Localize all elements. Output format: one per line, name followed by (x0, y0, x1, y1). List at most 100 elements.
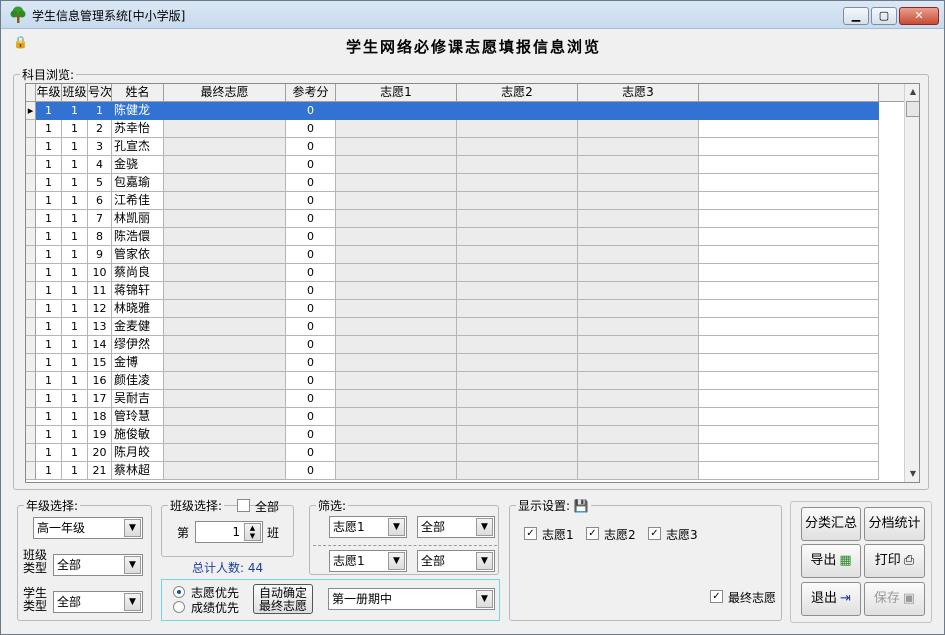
grade-select[interactable]: 高一年级 ▼ (33, 517, 143, 539)
chevron-down-icon[interactable]: ▼ (388, 552, 405, 570)
table-row[interactable]: ▸ 1 1 1 陈健龙 0 (26, 102, 904, 120)
auto-final-wish-button[interactable]: 自动确定 最终志愿 (253, 584, 313, 614)
priority-score-radio[interactable] (173, 601, 185, 613)
term-select[interactable]: 第一册期中 ▼ (328, 588, 495, 610)
check-icon: ✓ (588, 528, 597, 539)
table-row[interactable]: 1 1 9 管家依 0 (26, 246, 904, 264)
student-type-select[interactable]: 全部 ▼ (53, 591, 143, 613)
show-wish2-checkbox[interactable]: ✓ (586, 527, 599, 540)
table-row[interactable]: 1 1 14 缪伊然 0 (26, 336, 904, 354)
table-row[interactable]: 1 1 13 金麦健 0 (26, 318, 904, 336)
filter1-value-select[interactable]: 全部 ▼ (417, 516, 495, 538)
table-row[interactable]: 1 1 4 金骁 0 (26, 156, 904, 174)
table-cell: 颜佳凌 (112, 372, 164, 390)
table-cell: 0 (286, 138, 336, 156)
table-cell: 0 (286, 300, 336, 318)
table-cell (457, 174, 578, 192)
table-cell (164, 300, 286, 318)
grid-vertical-scrollbar[interactable]: ▲ ▼ (904, 84, 919, 482)
column-header: 最终志愿 (164, 84, 286, 102)
scroll-up-icon[interactable]: ▲ (905, 84, 919, 100)
table-cell (578, 102, 699, 120)
table-cell-blank (699, 264, 879, 282)
show-wish3-checkbox[interactable]: ✓ (648, 527, 661, 540)
student-grid[interactable]: 年级 班级 号次 姓名 最终志愿 参考分 志愿1 志愿2 志愿3 ▸ 1 1 1 陈健龙 0 1 1 2 苏幸怡 0… (25, 83, 920, 483)
stepper-arrows-icon[interactable]: ▲ ▼ (244, 523, 261, 541)
term-select-value: 第一册期中 (332, 592, 393, 606)
table-row[interactable]: 1 1 6 江希佳 0 (26, 192, 904, 210)
show-final-checkbox[interactable]: ✓ (710, 590, 723, 603)
table-cell: 1 (36, 390, 62, 408)
table-cell: 孔宣杰 (112, 138, 164, 156)
table-row[interactable]: 1 1 7 林凯丽 0 (26, 210, 904, 228)
table-row[interactable]: 1 1 15 金博 0 (26, 354, 904, 372)
archive-stats-button[interactable]: 分档统计 (864, 507, 925, 541)
table-row[interactable]: 1 1 17 吴耐吉 0 (26, 390, 904, 408)
chevron-down-icon[interactable]: ▼ (124, 556, 141, 574)
table-cell: 1 (36, 210, 62, 228)
table-cell: 1 (62, 156, 88, 174)
chevron-down-icon[interactable]: ▼ (388, 518, 405, 536)
table-row[interactable]: 1 1 8 陈浩儇 0 (26, 228, 904, 246)
table-row[interactable]: 1 1 19 施俊敏 0 (26, 426, 904, 444)
row-indicator (26, 174, 36, 192)
chevron-down-icon[interactable]: ▼ (476, 552, 493, 570)
priority-wish-radio[interactable] (173, 586, 185, 598)
table-cell: 1 (36, 426, 62, 444)
row-pointer-icon: ▸ (26, 102, 36, 120)
exit-button[interactable]: 退出 ⇥ (801, 582, 861, 616)
table-cell: 1 (62, 246, 88, 264)
scroll-thumb[interactable] (906, 101, 919, 117)
table-cell-blank (699, 120, 879, 138)
table-cell: 0 (286, 282, 336, 300)
table-row[interactable]: 1 1 5 包嘉瑜 0 (26, 174, 904, 192)
table-cell (457, 246, 578, 264)
show-wish1-checkbox[interactable]: ✓ (524, 527, 537, 540)
class-number-stepper[interactable]: 1 ▲ ▼ (195, 521, 263, 543)
class-all-checkbox[interactable] (237, 499, 250, 512)
close-button[interactable]: ✕ (899, 7, 939, 25)
maximize-button[interactable]: ▢ (871, 7, 897, 25)
table-cell: 包嘉瑜 (112, 174, 164, 192)
table-cell: 1 (62, 390, 88, 408)
table-cell (164, 318, 286, 336)
print-button[interactable]: 打印 ⎙ (864, 544, 925, 578)
chevron-down-icon[interactable]: ▼ (124, 593, 141, 611)
save-label: 保存 (873, 591, 900, 606)
table-row[interactable]: 1 1 20 陈月皎 0 (26, 444, 904, 462)
filter2-value-select[interactable]: 全部 ▼ (417, 550, 495, 572)
table-cell: 0 (286, 462, 336, 480)
table-cell-blank (699, 336, 879, 354)
table-row[interactable]: 1 1 11 蒋锦轩 0 (26, 282, 904, 300)
table-cell: 吴耐吉 (112, 390, 164, 408)
filter1-field-select[interactable]: 志愿1 ▼ (329, 516, 407, 538)
table-row[interactable]: 1 1 21 蔡林超 0 (26, 462, 904, 480)
summary-button[interactable]: 分类汇总 (801, 507, 861, 541)
chevron-down-icon[interactable]: ▼ (124, 519, 141, 537)
table-cell: 20 (88, 444, 112, 462)
save-button[interactable]: 保存 ▣ (864, 582, 925, 616)
table-cell (578, 246, 699, 264)
show-final-label: 最终志愿 (728, 591, 777, 605)
chevron-down-icon[interactable]: ▼ (476, 518, 493, 536)
filter2-field-select[interactable]: 志愿1 ▼ (329, 550, 407, 572)
table-cell: 1 (36, 174, 62, 192)
table-cell (457, 354, 578, 372)
table-row[interactable]: 1 1 2 苏幸怡 0 (26, 120, 904, 138)
table-row[interactable]: 1 1 12 林晓雅 0 (26, 300, 904, 318)
table-row[interactable]: 1 1 10 蔡尚良 0 (26, 264, 904, 282)
table-cell (457, 426, 578, 444)
minimize-button[interactable]: ▁ (843, 7, 869, 25)
export-button[interactable]: 导出 ▦ (801, 544, 861, 578)
scroll-down-icon[interactable]: ▼ (905, 466, 919, 482)
class-type-select[interactable]: 全部 ▼ (53, 554, 143, 576)
save-icon[interactable]: 💾 (574, 499, 589, 513)
table-row[interactable]: 1 1 3 孔宣杰 0 (26, 138, 904, 156)
grid-header: 年级 班级 号次 姓名 最终志愿 参考分 志愿1 志愿2 志愿3 (26, 84, 904, 102)
table-row[interactable]: 1 1 16 颜佳凌 0 (26, 372, 904, 390)
table-cell: 蔡林超 (112, 462, 164, 480)
table-row[interactable]: 1 1 18 管玲慧 0 (26, 408, 904, 426)
table-cell: 1 (62, 318, 88, 336)
show-wish1-label: 志愿1 (542, 528, 574, 542)
chevron-down-icon[interactable]: ▼ (476, 590, 493, 608)
